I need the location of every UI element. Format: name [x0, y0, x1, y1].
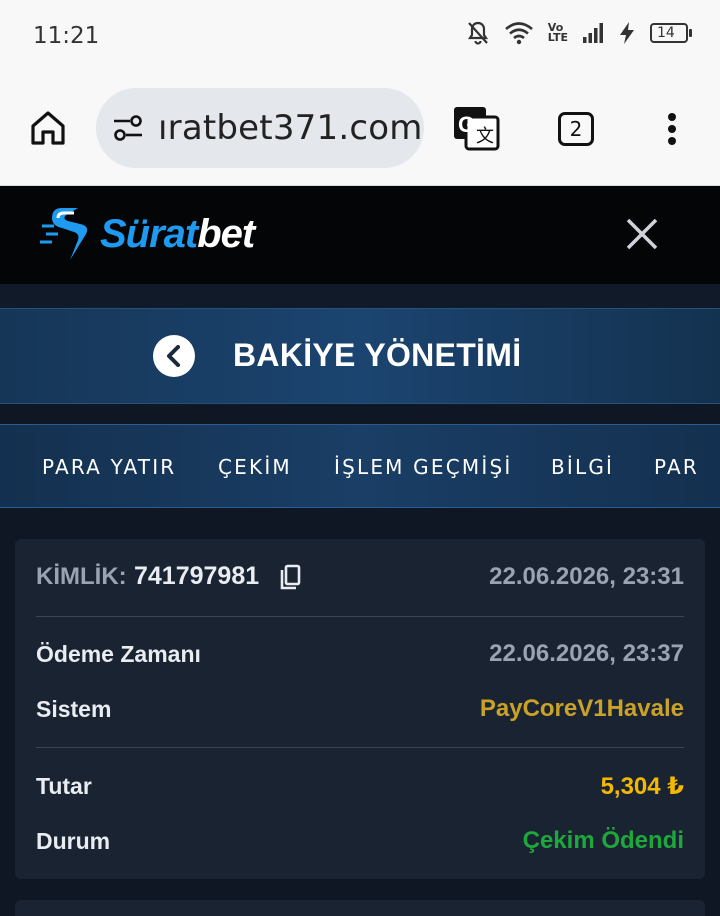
system-label: Sistem — [36, 696, 112, 722]
chevron-left-icon — [167, 345, 180, 367]
svg-text:文: 文 — [476, 126, 494, 147]
svg-text:G: G — [458, 112, 475, 137]
system-value: PayCoreV1Havale — [479, 695, 684, 722]
back-button[interactable] — [153, 335, 195, 377]
site-logo[interactable]: Süratbet — [40, 204, 255, 264]
balance-tabs: PARA YATIR ÇEKİM İŞLEM GEÇMİŞİ BİLGİ PAR — [0, 424, 720, 508]
browser-toolbar: ıratbet371.com G 文 2 — [0, 72, 720, 186]
signal-icon — [583, 23, 603, 43]
logo-text-part1: Sürat — [100, 211, 198, 256]
battery-indicator: 14 — [650, 23, 692, 43]
amount-label: Tutar — [36, 773, 92, 799]
volte-indicator: Vo LTE — [547, 21, 568, 44]
status-bar: 11:21 Vo LTE 14 — [0, 0, 720, 72]
transaction-card: KİMLİK: 741797981 22.06.2026, 23:31 Ödem… — [15, 539, 705, 879]
divider — [36, 616, 684, 617]
transaction-id-label: KİMLİK: — [36, 563, 127, 590]
status-time: 11:21 — [33, 23, 100, 49]
tab-islem-gecmisi[interactable]: İŞLEM GEÇMİŞİ — [334, 455, 512, 479]
spacer — [0, 404, 720, 424]
tab-para-yatir[interactable]: PARA YATIR — [42, 455, 176, 479]
next-transaction-card — [15, 900, 705, 916]
page-title: BAKİYE YÖNETİMİ — [233, 337, 522, 373]
notifications-off-icon — [467, 21, 488, 45]
charging-icon — [620, 22, 634, 44]
logo-text-part2: bet — [197, 211, 255, 256]
copy-icon[interactable] — [278, 564, 302, 592]
site-settings-icon[interactable] — [112, 114, 144, 142]
url-text: ıratbet371.com — [158, 108, 423, 148]
translate-icon[interactable]: G 文 — [452, 105, 500, 151]
status-label: Durum — [36, 828, 111, 854]
tab-cekim[interactable]: ÇEKİM — [218, 455, 292, 479]
status-icons: Vo LTE 14 — [466, 20, 692, 46]
wifi-icon — [504, 22, 533, 45]
site-header: Süratbet — [0, 186, 720, 284]
amount-value: 5,304 ₺ — [600, 773, 684, 800]
divider — [36, 747, 684, 748]
logo-wordmark: Süratbet — [100, 211, 255, 257]
transaction-created-at: 22.06.2026, 23:31 — [489, 563, 684, 590]
transaction-id-value: 741797981 — [134, 562, 260, 590]
payment-time-value: 22.06.2026, 23:37 — [489, 640, 684, 667]
logo-bolt-icon — [40, 208, 88, 260]
home-icon[interactable] — [28, 108, 68, 148]
tab-para-overflow[interactable]: PAR — [654, 455, 699, 479]
close-icon[interactable] — [622, 214, 662, 254]
status-value: Çekim Ödendi — [522, 827, 684, 854]
tab-switcher-button[interactable]: 2 — [558, 112, 594, 146]
title-banner: BAKİYE YÖNETİMİ — [0, 308, 720, 404]
payment-time-label: Ödeme Zamanı — [36, 641, 201, 667]
more-options-icon[interactable] — [662, 110, 682, 150]
spacer — [0, 284, 720, 308]
tab-bilgi[interactable]: BİLGİ — [551, 455, 614, 479]
address-bar[interactable]: ıratbet371.com — [96, 88, 424, 168]
